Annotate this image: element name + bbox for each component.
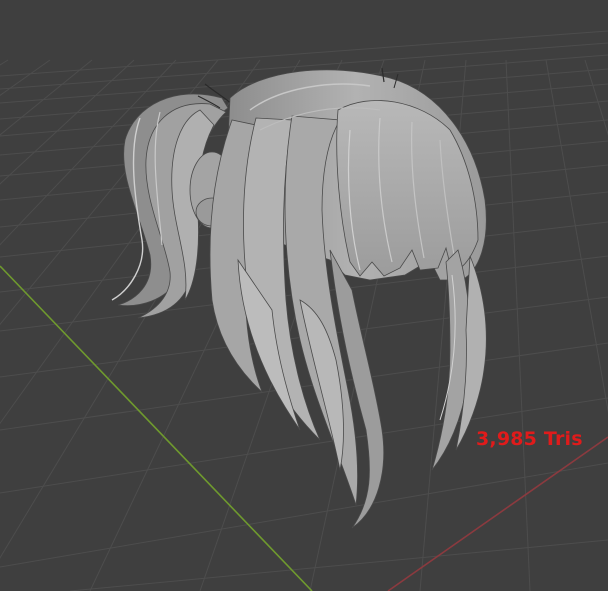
3d-viewport[interactable]: 3,985 Tris (0, 0, 608, 591)
x-axis-line (387, 436, 608, 591)
viewport-scene[interactable] (0, 0, 608, 591)
triangle-count-label: 3,985 Tris (476, 428, 583, 450)
hair-mesh[interactable] (111, 67, 487, 529)
